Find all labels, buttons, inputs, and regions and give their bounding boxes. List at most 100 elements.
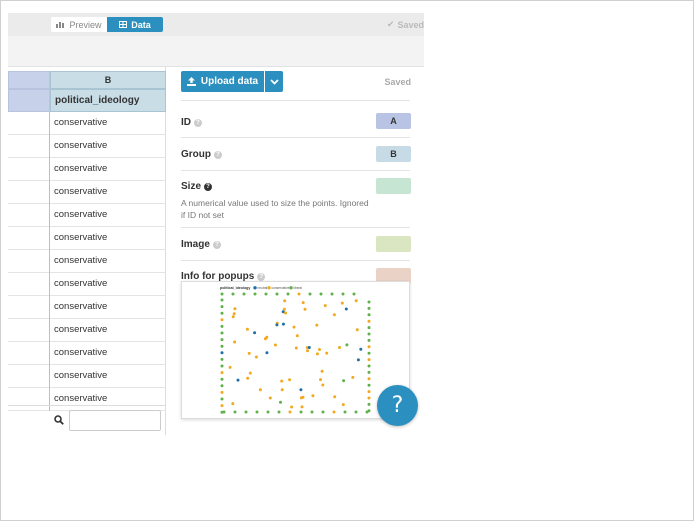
plot-point (220, 404, 224, 408)
plot-point (220, 371, 224, 375)
upload-data-button[interactable]: Upload data (181, 71, 264, 92)
plot-point (318, 348, 321, 351)
row-number[interactable] (8, 273, 50, 296)
table-cell[interactable]: conservative (54, 365, 107, 387)
group-column-selector[interactable]: B (376, 146, 411, 162)
tab-data[interactable]: Data (107, 17, 163, 32)
plot-point (341, 292, 345, 296)
table-cell[interactable]: conservative (54, 296, 107, 318)
plot-point (367, 306, 371, 310)
top-saved-status: ✔ Saved (387, 19, 424, 30)
plot-point (283, 299, 287, 303)
divider (181, 100, 410, 101)
plot-point (220, 292, 224, 296)
row-number-header[interactable] (8, 71, 50, 89)
table-row[interactable]: conservative (8, 296, 166, 319)
divider (181, 227, 410, 228)
help-icon[interactable]: ? (194, 118, 202, 127)
row-number[interactable] (8, 250, 50, 273)
id-column-selector[interactable]: A (376, 113, 411, 129)
table-row[interactable]: conservative (8, 181, 166, 204)
row-number[interactable] (8, 158, 50, 181)
row-number[interactable] (8, 365, 50, 388)
help-icon[interactable]: ? (204, 182, 213, 191)
help-icon[interactable]: ? (214, 150, 222, 159)
table-row[interactable]: conservative (8, 273, 166, 296)
plot-point (286, 292, 290, 296)
plot-point (320, 369, 324, 373)
table-row[interactable]: conservative (8, 365, 166, 388)
plot-point (288, 378, 292, 382)
size-column-selector[interactable] (376, 178, 411, 194)
row-number[interactable] (8, 135, 50, 158)
plot-point (354, 410, 358, 414)
plot-point (232, 312, 236, 316)
app-frame: Preview Data ✔ Saved B political_ideolog… (0, 0, 694, 521)
row-number[interactable] (8, 342, 50, 365)
id-field-label: ID ? (181, 117, 202, 128)
row-number[interactable] (8, 296, 50, 319)
table-cell[interactable]: conservative (54, 273, 107, 295)
column-name-header[interactable]: political_ideology (50, 89, 166, 112)
legend-label-liberal: liberal (294, 286, 303, 290)
plot-point (279, 400, 282, 404)
table-cell[interactable]: conservative (54, 227, 107, 249)
plot-point (284, 311, 288, 315)
plot-point (311, 394, 315, 398)
column-letter-header[interactable]: B (50, 71, 166, 89)
row-number[interactable] (8, 181, 50, 204)
table-row[interactable]: conservative (8, 135, 166, 158)
row-number-cell[interactable] (8, 89, 50, 112)
plot-point (264, 292, 268, 296)
sheet-rows: conservative conservative conservative c… (8, 112, 166, 411)
plot-point (282, 307, 286, 311)
plot-point (352, 292, 356, 296)
help-button[interactable]: ? (377, 385, 418, 426)
plot-point (300, 405, 304, 409)
table-cell[interactable]: conservative (54, 250, 107, 272)
upload-options-dropdown[interactable] (265, 71, 283, 92)
chart-preview-thumbnail[interactable]: political_ideology neutral conservative … (181, 281, 410, 419)
plot-point (295, 334, 299, 338)
plot-point (220, 311, 224, 315)
table-cell[interactable]: conservative (54, 135, 107, 157)
table-cell[interactable]: conservative (54, 342, 107, 364)
row-number[interactable] (8, 227, 50, 250)
table-row[interactable]: conservative (8, 204, 166, 227)
table-row[interactable]: conservative (8, 342, 166, 365)
tab-preview[interactable]: Preview (51, 17, 107, 32)
help-icon[interactable]: ? (212, 240, 221, 249)
table-row[interactable]: conservative (8, 227, 166, 250)
image-field-label: Image ? (181, 239, 221, 250)
divider (181, 170, 410, 171)
plot-point (277, 410, 281, 414)
help-icon[interactable]: ? (257, 272, 266, 281)
table-cell[interactable]: conservative (54, 181, 107, 203)
table-cell[interactable]: conservative (54, 158, 107, 180)
search-input[interactable] (69, 410, 161, 431)
table-cell[interactable]: conservative (54, 204, 107, 226)
table-row[interactable]: conservative (8, 112, 166, 135)
plot-point (273, 343, 277, 347)
table-row[interactable]: conservative (8, 158, 166, 181)
row-number[interactable] (8, 319, 50, 342)
plot-point (220, 331, 224, 335)
image-label-text: Image (181, 239, 210, 250)
table-row[interactable]: conservative (8, 319, 166, 342)
table-cell[interactable]: conservative (54, 319, 107, 341)
plot-point (321, 410, 325, 414)
plot-point (220, 384, 224, 388)
plot-point (220, 305, 224, 309)
sheet-search (8, 405, 166, 435)
legend-label-conservative: conservative (272, 286, 290, 290)
table-row[interactable]: conservative (8, 250, 166, 273)
row-number[interactable] (8, 204, 50, 227)
plot-point (265, 335, 269, 339)
table-cell[interactable]: conservative (54, 112, 107, 134)
legend-title: political_ideology (220, 286, 250, 290)
plot-point (307, 346, 311, 349)
image-column-selector[interactable] (376, 236, 411, 252)
plot-point (355, 328, 359, 332)
plot-points (220, 292, 371, 414)
row-number[interactable] (8, 112, 50, 135)
